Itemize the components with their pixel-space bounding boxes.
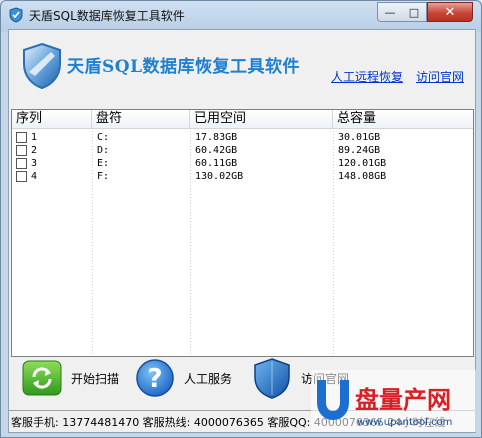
row-total: 89.24GB bbox=[338, 145, 381, 156]
row-used: 130.02GB bbox=[195, 171, 244, 182]
row-checkbox[interactable] bbox=[16, 132, 27, 143]
table-row[interactable]: 1 C: 17.83GB 30.01GB bbox=[12, 131, 473, 144]
row-drive: D: bbox=[97, 145, 110, 156]
app-heading: 天盾SQL数据库恢复工具软件 bbox=[67, 57, 301, 77]
close-icon: ✕ bbox=[444, 4, 456, 20]
minimize-button[interactable]: — bbox=[377, 2, 403, 22]
row-used: 17.83GB bbox=[195, 132, 238, 143]
remote-recovery-link[interactable]: 人工远程恢复 bbox=[331, 68, 403, 85]
row-index: 3 bbox=[31, 158, 38, 169]
app-window: 天盾SQL数据库恢复工具软件 — □ ✕ 天盾SQL数据库恢复工具软件 人工远程… bbox=[0, 0, 482, 438]
shield-app-icon bbox=[9, 7, 23, 23]
manual-service-button[interactable]: ? 人工服务 bbox=[134, 353, 232, 403]
row-index: 2 bbox=[31, 145, 38, 156]
row-checkbox[interactable] bbox=[16, 158, 27, 169]
refresh-icon bbox=[22, 360, 62, 396]
table-row[interactable]: 3 E: 60.11GB 120.01GB bbox=[12, 157, 473, 170]
shield-icon bbox=[254, 358, 290, 399]
row-total: 30.01GB bbox=[338, 132, 381, 143]
svg-text:?: ? bbox=[147, 364, 162, 394]
maximize-icon: □ bbox=[408, 5, 420, 19]
row-used: 60.42GB bbox=[195, 145, 238, 156]
row-drive: C: bbox=[97, 132, 110, 143]
row-checkbox[interactable] bbox=[16, 171, 27, 182]
row-drive: F: bbox=[97, 171, 110, 182]
row-index: 4 bbox=[31, 171, 38, 182]
minimize-icon: — bbox=[384, 5, 396, 19]
start-scan-label: 开始扫描 bbox=[71, 371, 120, 386]
manual-service-label: 人工服务 bbox=[184, 371, 233, 386]
column-header-used[interactable]: 已用空间 bbox=[190, 110, 333, 128]
watermark-brand: 盘量产网 bbox=[355, 386, 451, 414]
column-header-drive[interactable]: 盘符 bbox=[92, 110, 190, 128]
shield-logo-icon bbox=[23, 42, 61, 90]
table-row[interactable]: 2 D: 60.42GB 89.24GB bbox=[12, 144, 473, 157]
table-row[interactable]: 4 F: 130.02GB 148.08GB bbox=[12, 170, 473, 183]
watermark-url: www.upantool.com bbox=[357, 417, 452, 428]
drive-table: 序列 盘符 已用空间 总容量 1 C: 17.83GB 30.01GB 2 D:… bbox=[11, 109, 474, 357]
row-checkbox[interactable] bbox=[16, 145, 27, 156]
close-button[interactable]: ✕ bbox=[427, 2, 473, 22]
title-bar[interactable]: 天盾SQL数据库恢复工具软件 — □ ✕ bbox=[1, 1, 481, 29]
window-title: 天盾SQL数据库恢复工具软件 bbox=[29, 9, 185, 23]
app-header: 天盾SQL数据库恢复工具软件 人工远程恢复 访问官网 bbox=[9, 30, 475, 102]
row-drive: E: bbox=[97, 158, 110, 169]
start-scan-button[interactable]: 开始扫描 bbox=[21, 353, 119, 403]
row-used: 60.11GB bbox=[195, 158, 238, 169]
column-header-total[interactable]: 总容量 bbox=[333, 110, 473, 128]
column-header-index[interactable]: 序列 bbox=[12, 110, 92, 128]
client-area: 天盾SQL数据库恢复工具软件 人工远程恢复 访问官网 序列 盘符 已用空间 总容… bbox=[8, 29, 476, 433]
watermark-logo: 盘量产网 www.upantool.com bbox=[311, 370, 476, 432]
row-total: 148.08GB bbox=[338, 171, 387, 182]
help-icon: ? bbox=[136, 359, 174, 397]
row-total: 120.01GB bbox=[338, 158, 387, 169]
row-index: 1 bbox=[31, 132, 38, 143]
table-header: 序列 盘符 已用空间 总容量 bbox=[12, 110, 473, 129]
maximize-button[interactable]: □ bbox=[402, 2, 427, 22]
visit-site-link[interactable]: 访问官网 bbox=[416, 68, 464, 85]
